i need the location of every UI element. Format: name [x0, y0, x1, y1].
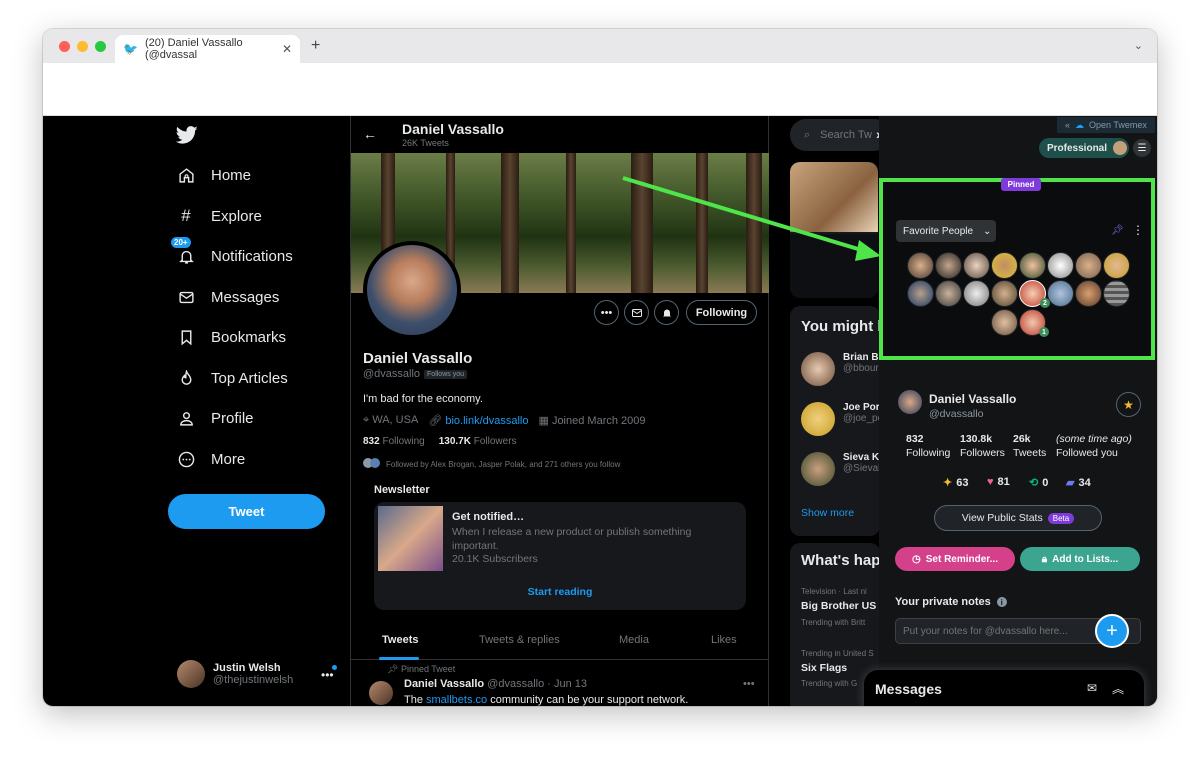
messages-dock-title: Messages	[875, 681, 942, 697]
tab-close-icon[interactable]: ✕	[282, 42, 292, 56]
browser-tab[interactable]: 🐦 (20) Daniel Vassallo (@dvassal ✕	[115, 35, 300, 63]
tab-title: (20) Daniel Vassallo (@dvassal	[144, 37, 243, 61]
browser-window: 🐦 (20) Daniel Vassallo (@dvassal ✕ + ⌄ H…	[43, 29, 1157, 706]
browser-chrome: 🐦 (20) Daniel Vassallo (@dvassal ✕ + ⌄	[43, 29, 1157, 63]
browser-toolbar	[43, 63, 1157, 116]
minimize-window-button[interactable]	[77, 41, 88, 52]
messages-dock[interactable]: Messages ✉ ︽	[864, 670, 1144, 706]
twitter-bird-icon: 🐦	[123, 42, 138, 56]
expand-up-icon[interactable]: ︽	[1112, 680, 1124, 697]
maximize-window-button[interactable]	[95, 41, 106, 52]
close-window-button[interactable]	[59, 41, 70, 52]
tab-list-chevron-icon[interactable]: ⌄	[1134, 39, 1143, 52]
new-message-icon[interactable]: ✉	[1087, 681, 1097, 695]
twitter-app: Home # Explore 20+ Notifications Message…	[43, 116, 1157, 706]
window-controls	[59, 41, 106, 52]
new-tab-button[interactable]: +	[311, 37, 320, 55]
annotation-arrow	[622, 176, 881, 261]
